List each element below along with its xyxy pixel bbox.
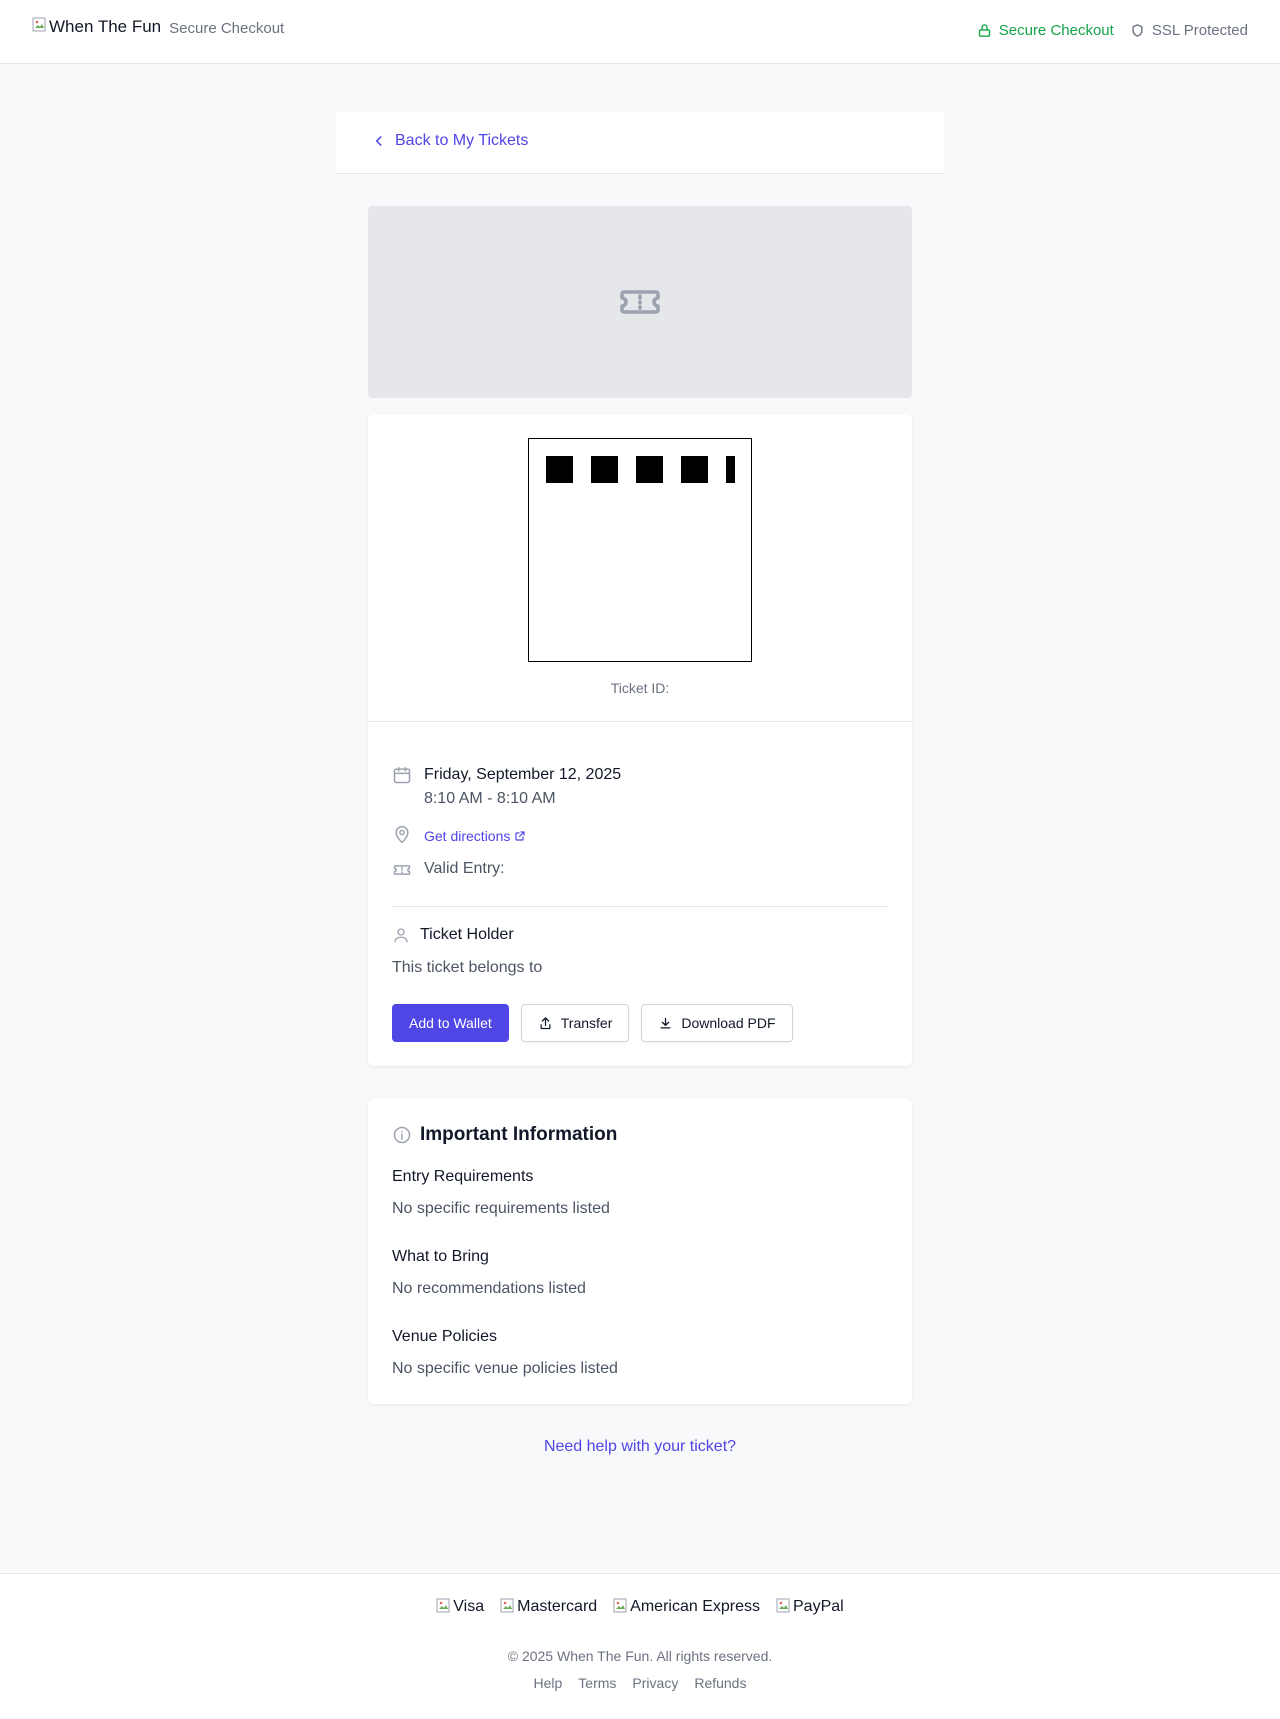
back-link-label: Back to My Tickets bbox=[395, 132, 529, 149]
ticket-actions: Add to Wallet Transfer Download PDF bbox=[392, 1004, 805, 1042]
what-to-bring-text: No recommendations listed bbox=[392, 1280, 586, 1297]
footer-link-terms[interactable]: Terms bbox=[578, 1675, 616, 1691]
transfer-label: Transfer bbox=[560, 1015, 613, 1031]
qr-block bbox=[636, 456, 663, 483]
footer-link-help[interactable]: Help bbox=[534, 1675, 563, 1691]
top-header: When The Fun Secure Checkout Secure Chec… bbox=[0, 0, 1280, 64]
valid-entry-label: Valid Entry: bbox=[424, 860, 505, 877]
copyright: © 2025 When The Fun. All rights reserved… bbox=[507, 1648, 773, 1664]
qr-section: Ticket ID: bbox=[368, 414, 912, 722]
broken-image-icon bbox=[776, 1598, 790, 1613]
ticket-icon bbox=[620, 290, 660, 314]
qr-block bbox=[546, 456, 573, 483]
secure-checkout-badge: Secure Checkout bbox=[977, 22, 1114, 39]
security-badges: Secure Checkout SSL Protected bbox=[977, 22, 1248, 39]
location-row: Get directions bbox=[392, 825, 526, 845]
event-time: 8:10 AM - 8:10 AM bbox=[424, 790, 556, 807]
payment-amex: American Express bbox=[613, 1598, 760, 1616]
payment-paypal-label: PayPal bbox=[793, 1598, 844, 1615]
ticket-card: Ticket ID: Friday, September 12, 2025 8:… bbox=[368, 414, 912, 1066]
payment-visa-label: Visa bbox=[453, 1598, 485, 1615]
help-link[interactable]: Need help with your ticket? bbox=[0, 1438, 1280, 1456]
qr-block bbox=[591, 456, 618, 483]
broken-image-icon bbox=[436, 1598, 450, 1613]
payment-mastercard-label: Mastercard bbox=[517, 1598, 598, 1615]
what-to-bring-title: What to Bring bbox=[392, 1248, 489, 1265]
venue-policies-text: No specific venue policies listed bbox=[392, 1360, 618, 1377]
event-date: Friday, September 12, 2025 bbox=[424, 766, 622, 783]
calendar-icon bbox=[393, 766, 411, 784]
footer-link-refunds[interactable]: Refunds bbox=[694, 1675, 746, 1691]
footer-links: Help Terms Privacy Refunds bbox=[0, 1675, 1280, 1691]
footer-link-privacy[interactable]: Privacy bbox=[632, 1675, 678, 1691]
download-pdf-button[interactable]: Download PDF bbox=[641, 1004, 793, 1042]
secure-checkout-label: Secure Checkout bbox=[998, 22, 1114, 39]
brand[interactable]: When The Fun Secure Checkout bbox=[32, 17, 284, 37]
important-info-title: Important Information bbox=[420, 1124, 618, 1145]
important-info-heading: Important Information bbox=[392, 1124, 617, 1146]
user-icon bbox=[394, 928, 408, 943]
event-image-placeholder bbox=[368, 206, 912, 398]
back-to-tickets-link[interactable]: Back to My Tickets bbox=[372, 132, 528, 150]
ticket-holder-title: Ticket Holder bbox=[420, 926, 514, 943]
payment-visa: Visa bbox=[436, 1598, 484, 1616]
broken-image-icon bbox=[500, 1598, 514, 1613]
broken-image-icon bbox=[613, 1598, 627, 1613]
shield-icon bbox=[1132, 24, 1143, 37]
ssl-badge: SSL Protected bbox=[1130, 22, 1248, 39]
section-divider bbox=[392, 906, 888, 907]
entry-requirements-text: No specific requirements listed bbox=[392, 1200, 610, 1217]
valid-entry-row: Valid Entry: bbox=[392, 860, 505, 880]
chevron-left-icon bbox=[375, 136, 382, 146]
add-to-wallet-label: Add to Wallet bbox=[409, 1015, 492, 1031]
payment-mastercard: Mastercard bbox=[500, 1598, 597, 1616]
get-directions-link[interactable]: Get directions bbox=[424, 828, 526, 844]
ticket-id: Ticket ID: bbox=[610, 680, 670, 696]
external-link-icon bbox=[515, 831, 525, 841]
footer: Visa Mastercard American Express PayPal … bbox=[0, 1573, 1280, 1719]
ticket-holder-text: This ticket belongs to bbox=[392, 959, 543, 976]
qr-block bbox=[726, 456, 735, 483]
qr-code bbox=[528, 438, 752, 662]
get-directions-label: Get directions bbox=[424, 828, 511, 844]
download-icon bbox=[660, 1017, 671, 1028]
ticket-icon bbox=[393, 865, 411, 875]
logo-alt-text: When The Fun bbox=[49, 17, 162, 36]
venue-policies-title: Venue Policies bbox=[392, 1328, 497, 1345]
download-pdf-label: Download PDF bbox=[681, 1015, 776, 1031]
payment-paypal: PayPal bbox=[776, 1598, 844, 1616]
payment-amex-label: American Express bbox=[630, 1598, 760, 1615]
back-bar: Back to My Tickets bbox=[336, 112, 944, 174]
ssl-label: SSL Protected bbox=[1151, 22, 1248, 39]
date-row: Friday, September 12, 2025 8:10 AM - 8:1… bbox=[392, 763, 621, 811]
payment-methods: Visa Mastercard American Express PayPal bbox=[0, 1598, 1280, 1616]
info-icon bbox=[393, 1126, 411, 1144]
lock-icon bbox=[978, 24, 990, 37]
share-icon bbox=[540, 1016, 551, 1029]
brand-logo[interactable]: When The Fun bbox=[32, 17, 161, 37]
qr-block bbox=[681, 456, 708, 483]
broken-image-icon bbox=[32, 17, 46, 32]
add-to-wallet-button[interactable]: Add to Wallet bbox=[392, 1004, 509, 1042]
map-pin-icon bbox=[395, 825, 409, 844]
transfer-button[interactable]: Transfer bbox=[520, 1004, 630, 1042]
entry-requirements-title: Entry Requirements bbox=[392, 1168, 534, 1185]
important-info-card: Important Information Entry Requirements… bbox=[368, 1098, 912, 1404]
ticket-holder-heading: Ticket Holder bbox=[392, 926, 514, 944]
header-subtitle: Secure Checkout bbox=[169, 20, 285, 37]
